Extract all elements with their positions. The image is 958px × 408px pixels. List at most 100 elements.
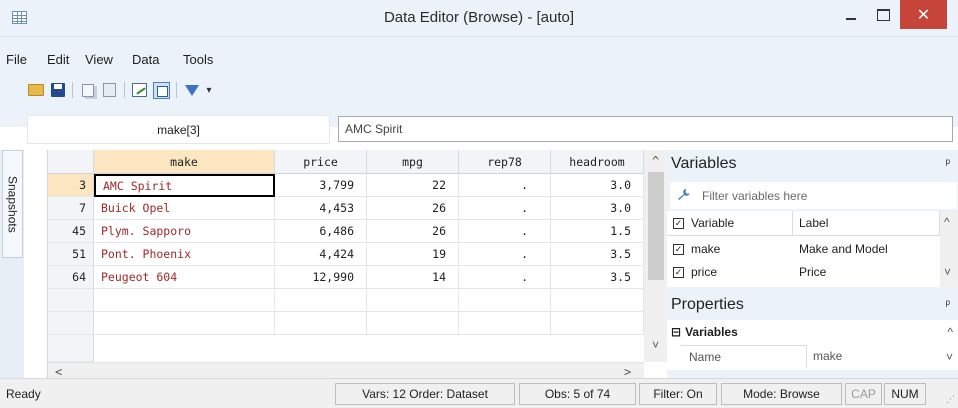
status-vars: Vars: 12 Order: Dataset [335,383,515,405]
status-ready: Ready [6,387,41,401]
menu-tools[interactable]: Tools [183,52,213,67]
wrench-icon [678,189,690,200]
label-column-header[interactable]: Label [793,211,940,236]
row-number[interactable]: 45 [48,220,94,243]
empty-cell[interactable] [551,312,644,335]
menu-view[interactable]: View [85,52,113,67]
variables-scrollbar[interactable]: ^ ˅ [940,211,958,287]
table-cell-price[interactable]: 3,799 [275,174,367,197]
row-number[interactable] [48,335,94,362]
resize-grip-icon[interactable]: ⋰ [946,394,955,405]
table-cell-make[interactable]: Buick Opel [94,197,275,220]
variables-column-header[interactable]: ✓ Variable [667,211,793,236]
empty-cell[interactable] [367,312,459,335]
table-cell-price[interactable]: 4,424 [275,243,367,266]
property-value[interactable]: make [813,345,842,367]
variable-checkbox[interactable]: ✓ [673,266,684,278]
table-cell-mpg[interactable]: 26 [367,197,459,220]
row-number[interactable]: 7 [48,197,94,220]
filter-variables-input[interactable]: Filter variables here [670,182,957,209]
scroll-up-icon[interactable]: ^ [947,325,953,339]
scroll-down-icon[interactable]: ˅ [652,338,659,353]
table-cell-rep78[interactable]: . [459,174,551,197]
empty-cell[interactable] [551,289,644,312]
scroll-up-icon[interactable]: ^ [652,154,659,168]
data-grid: make price mpg rep78 headroom 3 AMC Spir… [47,150,668,382]
empty-cell[interactable] [367,289,459,312]
table-cell-headroom[interactable]: 3.5 [551,266,644,289]
collapse-icon[interactable]: ⊟ [671,325,681,339]
table-cell-headroom[interactable]: 1.5 [551,220,644,243]
variable-column-label: Variable [691,216,735,230]
table-cell-price[interactable]: 6,486 [275,220,367,243]
variable-checkbox[interactable]: ✓ [673,243,684,255]
empty-cell[interactable] [94,289,275,312]
pin-icon[interactable]: ᵖ [945,156,950,170]
vertical-scrollbar[interactable]: ^ ˅ [644,150,668,362]
scroll-left-icon[interactable]: < [55,365,62,379]
table-cell-headroom[interactable]: 3.0 [551,174,644,197]
column-header-make[interactable]: make [94,150,275,174]
empty-cell[interactable] [94,312,275,335]
maximize-button[interactable] [870,0,896,29]
paste-icon[interactable] [100,81,119,99]
table-cell-rep78[interactable]: . [459,197,551,220]
select-all-checkbox[interactable]: ✓ [673,217,684,229]
table-cell-make[interactable]: AMC Spirit [94,174,275,197]
title-bar: Data Editor (Browse) - [auto] ✕ [0,0,958,37]
table-cell-rep78[interactable]: . [459,220,551,243]
table-cell-rep78[interactable]: . [459,266,551,289]
table-cell-headroom[interactable]: 3.5 [551,243,644,266]
variable-row[interactable]: ✓ price [673,261,793,283]
menu-data[interactable]: Data [132,52,159,67]
cell-value-input[interactable]: AMC Spirit [338,116,953,142]
empty-cell[interactable] [275,289,367,312]
snapshots-tab[interactable]: Snapshots [2,150,23,258]
empty-cell[interactable] [459,289,551,312]
properties-section-variables[interactable]: ⊟ Variables [671,321,738,343]
empty-cell[interactable] [459,312,551,335]
table-cell-mpg[interactable]: 22 [367,174,459,197]
minimize-button[interactable] [838,0,864,29]
variable-row[interactable]: ✓ make [673,238,793,260]
table-cell-make[interactable]: Peugeot 604 [94,266,275,289]
copy-icon[interactable] [78,81,97,99]
row-number[interactable]: 51 [48,243,94,266]
row-number[interactable]: 3 [48,174,94,197]
pin-icon[interactable]: ᵖ [945,297,950,311]
table-cell-mpg[interactable]: 14 [367,266,459,289]
empty-cell[interactable] [275,312,367,335]
table-cell-rep78[interactable]: . [459,243,551,266]
table-cell-price[interactable]: 4,453 [275,197,367,220]
scroll-down-icon[interactable]: ˅ [944,265,951,279]
scroll-down-icon[interactable]: ˅ [946,350,953,364]
table-cell-mpg[interactable]: 19 [367,243,459,266]
row-number[interactable] [48,289,94,312]
table-cell-make[interactable]: Pont. Phoenix [94,243,275,266]
column-header-headroom[interactable]: headroom [551,150,644,174]
table-cell-price[interactable]: 12,990 [275,266,367,289]
save-icon[interactable] [48,81,67,99]
menu-file[interactable]: File [6,52,27,67]
variable-label: Price [799,265,827,279]
browse-mode-icon[interactable] [152,81,171,99]
menu-edit[interactable]: Edit [47,52,69,67]
filter-icon[interactable] [182,81,201,99]
column-header-mpg[interactable]: mpg [367,150,459,174]
toolbar-separator [72,82,73,98]
vertical-scroll-thumb[interactable] [648,172,664,280]
column-header-rep78[interactable]: rep78 [459,150,551,174]
table-cell-headroom[interactable]: 3.0 [551,197,644,220]
edit-mode-icon[interactable] [130,81,149,99]
scroll-right-icon[interactable]: > [624,365,631,379]
scroll-up-icon[interactable]: ^ [944,215,950,229]
row-number[interactable] [48,312,94,335]
dropdown-icon[interactable]: ▾ [204,81,214,99]
table-cell-make[interactable]: Plym. Sapporo [94,220,275,243]
close-button[interactable]: ✕ [900,0,947,29]
grid-corner[interactable] [48,150,94,174]
column-header-price[interactable]: price [275,150,367,174]
open-icon[interactable] [26,81,45,99]
table-cell-mpg[interactable]: 26 [367,220,459,243]
row-number[interactable]: 64 [48,266,94,289]
